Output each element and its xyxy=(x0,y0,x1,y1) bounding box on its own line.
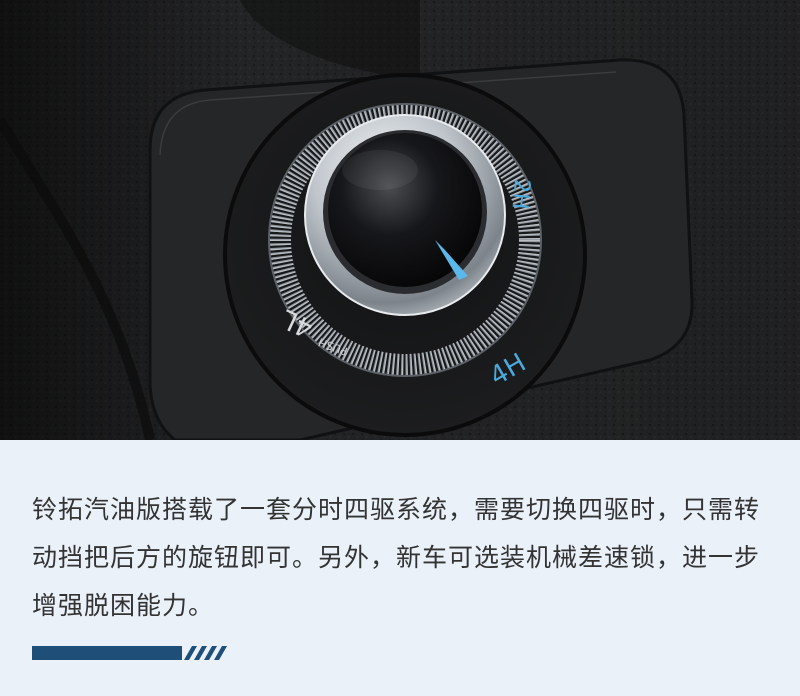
decorative-stripe-bar xyxy=(32,646,227,660)
drive-mode-knob-photo: 2H 4H 4L PUSH xyxy=(0,0,800,440)
knob-photo-illustration xyxy=(0,0,800,440)
caption-panel: 铃拓汽油版搭载了一套分时四驱系统，需要切换四驱时，只需转动挡把后方的旋钮即可。另… xyxy=(0,440,800,696)
dial-label-2h: 2H xyxy=(506,177,534,211)
caption-text: 铃拓汽油版搭载了一套分时四驱系统，需要切换四驱时，只需转动挡把后方的旋钮即可。另… xyxy=(32,495,761,620)
